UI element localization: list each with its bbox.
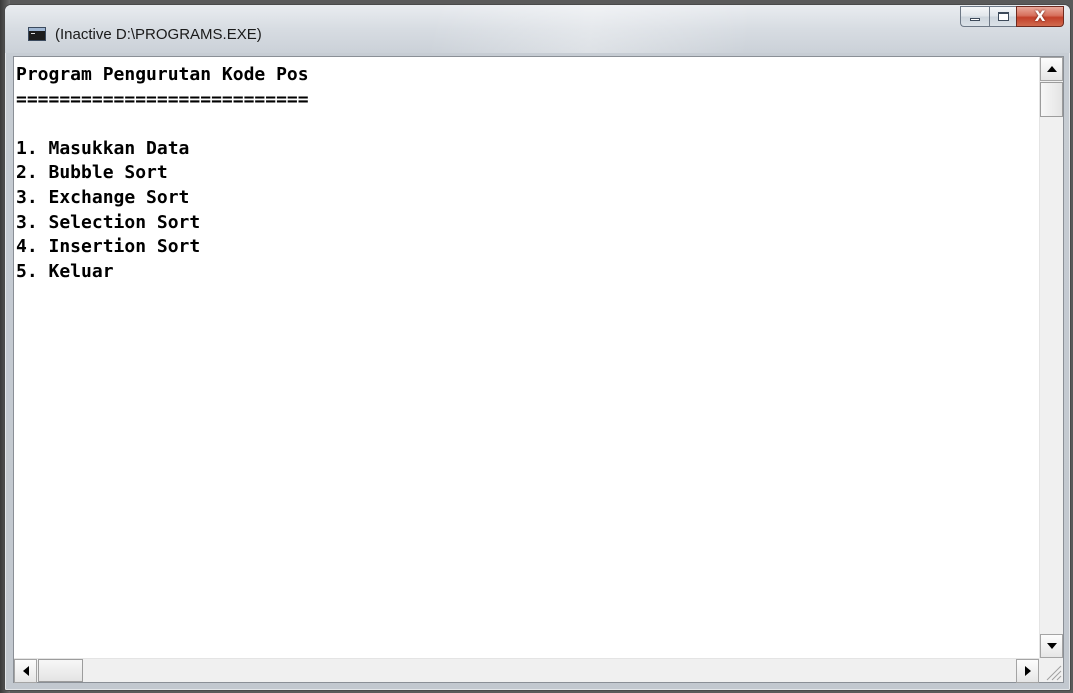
vertical-scrollbar[interactable] [1039, 57, 1063, 658]
vertical-scroll-thumb[interactable] [1040, 82, 1063, 117]
console-line-separator: =========================== [16, 88, 309, 110]
close-button[interactable]: X [1016, 6, 1064, 27]
menu-item-selection-sort: 3. Selection Sort [16, 211, 201, 233]
menu-item-keluar: 5. Keluar [16, 260, 114, 282]
scroll-right-button[interactable] [1016, 659, 1039, 683]
horizontal-scroll-thumb[interactable] [38, 659, 83, 682]
menu-item-exchange-sort: 3. Exchange Sort [16, 186, 190, 208]
arrow-right-icon [1024, 666, 1031, 676]
scroll-left-button[interactable] [14, 659, 37, 683]
maximize-icon [997, 12, 1009, 21]
arrow-down-icon [1046, 643, 1057, 649]
maximize-button[interactable] [989, 6, 1016, 27]
close-icon: X [1034, 8, 1046, 25]
scroll-up-button[interactable] [1040, 57, 1063, 81]
arrow-up-icon [1046, 66, 1057, 72]
console-lines: Program Pengurutan Kode Pos ============… [16, 63, 309, 284]
minimize-button[interactable] [960, 6, 989, 27]
menu-item-masukkan-data: 1. Masukkan Data [16, 137, 190, 159]
console-window: (Inactive D:\PROGRAMS.EXE) X Program Pen… [4, 4, 1071, 691]
scroll-down-button[interactable] [1040, 634, 1063, 658]
minimize-icon [970, 18, 980, 21]
console-output[interactable]: Program Pengurutan Kode Pos ============… [14, 57, 1039, 658]
menu-item-insertion-sort: 4. Insertion Sort [16, 236, 201, 258]
menu-item-bubble-sort: 2. Bubble Sort [16, 162, 168, 184]
caption-buttons: X [960, 6, 1064, 28]
size-grip-icon [1046, 665, 1062, 681]
horizontal-scrollbar[interactable] [14, 658, 1039, 683]
arrow-left-icon [22, 666, 29, 676]
window-title: (Inactive D:\PROGRAMS.EXE) [55, 26, 262, 43]
console-client-area: Program Pengurutan Kode Pos ============… [13, 56, 1064, 683]
console-line-title: Program Pengurutan Kode Pos [16, 64, 309, 85]
title-bar[interactable]: (Inactive D:\PROGRAMS.EXE) X [5, 5, 1070, 53]
size-grip[interactable] [1039, 658, 1063, 682]
console-app-icon[interactable] [28, 27, 46, 41]
